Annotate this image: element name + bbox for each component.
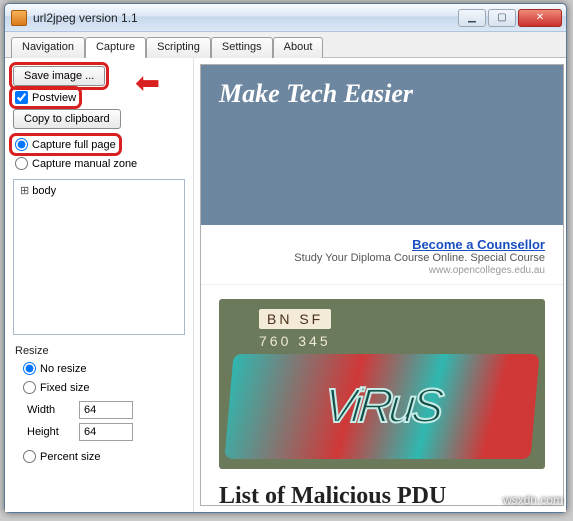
ad-text: Study Your Diploma Course Online. Specia… <box>294 252 545 264</box>
capture-manual-radio[interactable] <box>15 157 28 170</box>
capture-manual-label: Capture manual zone <box>32 158 137 170</box>
tab-scripting[interactable]: Scripting <box>146 37 211 58</box>
tab-about[interactable]: About <box>273 37 324 58</box>
capture-full-radio[interactable] <box>15 138 28 151</box>
height-label: Height <box>27 426 71 438</box>
train-label: BN SF <box>259 309 331 329</box>
percent-size-radio[interactable] <box>23 450 36 463</box>
ad-domain: www.opencolleges.edu.au <box>429 265 545 276</box>
titlebar[interactable]: url2jpeg version 1.1 ▁ ▢ ✕ <box>5 4 566 32</box>
tab-settings[interactable]: Settings <box>211 37 273 58</box>
work-area: Save image ... ⬅ Postview Copy to clipbo… <box>5 58 566 512</box>
tab-capture[interactable]: Capture <box>85 37 146 58</box>
no-resize-label: No resize <box>40 363 86 375</box>
maximize-button[interactable]: ▢ <box>488 9 516 27</box>
window-title: url2jpeg version 1.1 <box>33 11 458 25</box>
postview-checkbox-row[interactable]: Postview <box>13 90 78 105</box>
preview-wrap: Make Tech Easier Become a Counsellor Stu… <box>193 58 566 512</box>
width-input[interactable] <box>79 401 133 419</box>
graffiti-text: ViRuS <box>224 354 539 459</box>
copy-clipboard-button[interactable]: Copy to clipboard <box>13 109 121 129</box>
percent-size-row[interactable]: Percent size <box>13 449 185 464</box>
ad-link[interactable]: Become a Counsellor <box>412 237 545 252</box>
tab-bar: Navigation Capture Scripting Settings Ab… <box>5 32 566 58</box>
preview-scroll[interactable]: Make Tech Easier Become a Counsellor Stu… <box>200 64 564 506</box>
app-window: url2jpeg version 1.1 ▁ ▢ ✕ Navigation Ca… <box>4 3 567 513</box>
preview-hero: Make Tech Easier <box>201 65 563 225</box>
capture-full-label: Capture full page <box>32 139 116 151</box>
fixed-size-radio[interactable] <box>23 381 36 394</box>
side-panel: Save image ... ⬅ Postview Copy to clipbo… <box>5 58 193 512</box>
capture-full-row[interactable]: Capture full page <box>13 137 118 152</box>
save-image-button[interactable]: Save image ... <box>13 66 105 86</box>
width-label: Width <box>27 404 71 416</box>
fixed-size-label: Fixed size <box>40 382 90 394</box>
height-input[interactable] <box>79 423 133 441</box>
no-resize-row[interactable]: No resize <box>13 361 185 376</box>
tree-root-item[interactable]: body <box>20 184 178 197</box>
train-number: 760 345 <box>259 333 331 349</box>
close-button[interactable]: ✕ <box>518 9 562 27</box>
postview-checkbox[interactable] <box>15 91 28 104</box>
train-image: BN SF 760 345 ViRuS <box>219 299 545 469</box>
ad-block: Become a Counsellor Study Your Diploma C… <box>201 225 563 285</box>
article-heading: List of Malicious PDU <box>201 479 563 506</box>
hero-title: Make Tech Easier <box>219 79 545 109</box>
capture-manual-row[interactable]: Capture manual zone <box>13 156 185 171</box>
red-arrow-icon: ⬅ <box>135 66 160 101</box>
resize-group-label: Resize <box>13 345 185 357</box>
app-icon <box>11 10 27 26</box>
tab-navigation[interactable]: Navigation <box>11 37 85 58</box>
postview-label: Postview <box>32 92 76 104</box>
minimize-button[interactable]: ▁ <box>458 9 486 27</box>
fixed-size-row[interactable]: Fixed size <box>13 380 185 395</box>
no-resize-radio[interactable] <box>23 362 36 375</box>
percent-size-label: Percent size <box>40 451 101 463</box>
dom-tree[interactable]: body <box>13 179 185 335</box>
